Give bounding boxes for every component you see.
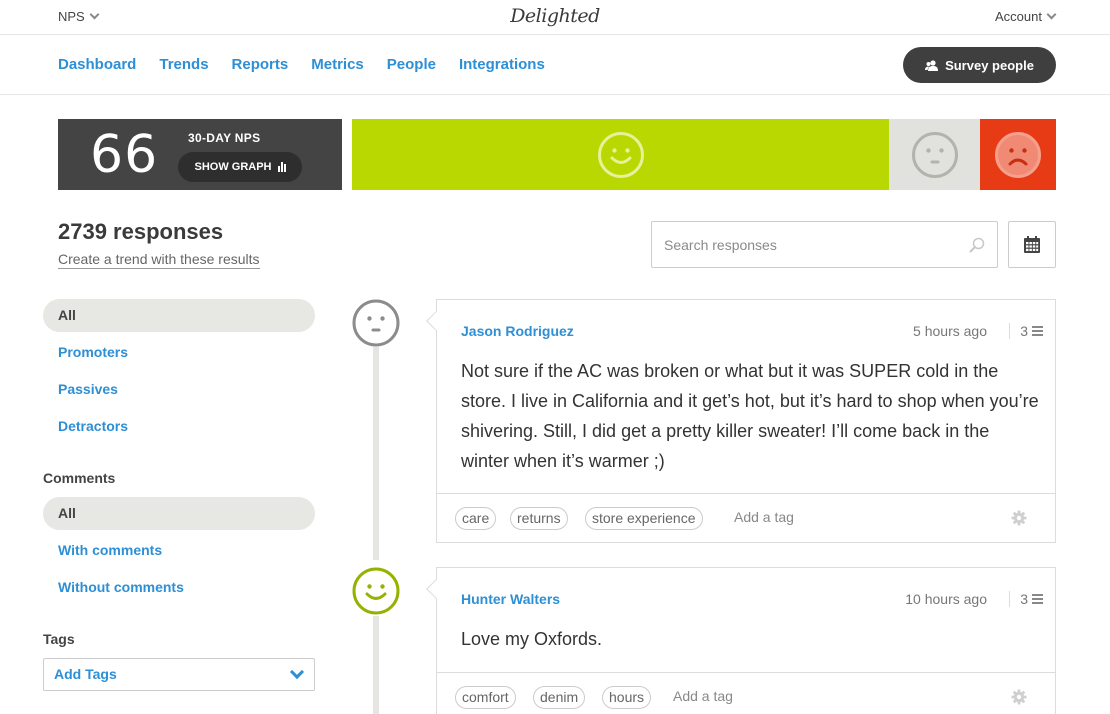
show-graph-button[interactable]: SHOW GRAPH [178,152,302,182]
create-trend-link[interactable]: Create a trend with these results [58,251,260,269]
tag[interactable]: returns [510,507,568,530]
tags-heading: Tags [43,631,75,647]
nav-integrations[interactable]: Integrations [459,56,545,73]
response-score[interactable]: 3 [1009,323,1043,339]
card-pointer [426,579,446,599]
tag[interactable]: hours [602,686,652,709]
passives-segment[interactable] [889,119,980,190]
list-icon [1032,326,1043,336]
date-filter-button[interactable] [1008,221,1056,268]
response-time: 10 hours ago [905,591,987,607]
people-icon [925,59,939,71]
filter-passives[interactable]: Passives [43,373,315,406]
nps-score-value: 66 [90,125,159,185]
gear-icon[interactable] [1011,689,1027,705]
neutral-face-icon [911,131,958,178]
sad-face-icon [995,131,1041,178]
detractors-segment[interactable] [980,119,1056,190]
respondent-name[interactable]: Jason Rodriguez [461,323,574,339]
timeline-line [373,616,379,714]
tag[interactable]: denim [533,686,586,709]
gear-icon[interactable] [1011,510,1027,526]
response-comment: Not sure if the AC was broken or what bu… [461,361,1039,471]
nav-metrics[interactable]: Metrics [311,56,364,73]
nav-trends[interactable]: Trends [159,56,208,73]
tag[interactable]: comfort [455,686,516,709]
response-score-value: 3 [1020,323,1028,339]
bar-chart-icon [277,162,286,172]
response-comment: Love my Oxfords. [461,629,603,649]
chevron-down-icon [289,664,305,680]
comments-heading: Comments [43,470,116,486]
account-menu[interactable]: Account [995,9,1057,24]
account-label: Account [995,9,1042,24]
show-graph-label: SHOW GRAPH [194,161,272,173]
survey-people-button[interactable]: Survey people [903,47,1056,83]
add-tag-input[interactable]: Add a tag [734,509,794,525]
survey-people-label: Survey people [945,57,1034,73]
nav-reports[interactable]: Reports [232,56,289,73]
filter-promoters[interactable]: Promoters [43,336,315,369]
list-icon [1032,594,1043,604]
tags-bar: care returns store experience Add a tag [437,493,1055,542]
calendar-icon [1024,236,1040,253]
response-card: Jason Rodriguez 5 hours ago 3 Not sure i… [426,299,1056,543]
filter-detractors[interactable]: Detractors [43,410,315,443]
tag[interactable]: store experience [585,507,703,530]
search-icon[interactable] [969,237,985,253]
logo[interactable]: Delighted [0,5,1110,27]
comments-filter-with[interactable]: With comments [43,534,315,567]
responses-count: 2739 responses [58,219,224,244]
tags-bar: comfort denim hours Add a tag [437,672,1055,714]
response-card: Hunter Walters 10 hours ago 3 Love my Ox… [426,567,1056,714]
tags-select[interactable]: Add Tags [43,658,315,691]
neutral-face-icon [352,299,400,347]
main-nav: Dashboard Trends Reports Metrics People … [58,56,545,73]
tag[interactable]: care [455,507,497,530]
response-score-value: 3 [1020,591,1028,607]
chevron-down-icon [1046,9,1057,20]
respondent-name[interactable]: Hunter Walters [461,591,560,607]
response-time: 5 hours ago [913,323,987,339]
nps-score-panel: 66 30-DAY NPS SHOW GRAPH [58,119,342,190]
comments-filter-all[interactable]: All [43,497,315,530]
card-pointer [426,311,446,331]
comments-filter-without[interactable]: Without comments [43,571,315,604]
add-tag-input[interactable]: Add a tag [673,688,733,704]
main-nav-bar: Dashboard Trends Reports Metrics People … [0,35,1110,95]
search-box [651,221,998,268]
tags-select-label: Add Tags [54,666,117,682]
happy-face-icon [352,567,400,615]
nav-people[interactable]: People [387,56,436,73]
search-input[interactable] [652,222,952,267]
nps-label: 30-DAY NPS [188,131,261,145]
happy-face-icon [597,131,644,178]
top-bar: NPS Delighted Account [0,0,1110,35]
timeline-line [373,347,379,560]
response-score[interactable]: 3 [1009,591,1043,607]
nav-dashboard[interactable]: Dashboard [58,56,136,73]
promoters-segment[interactable] [352,119,889,190]
filter-all[interactable]: All [43,299,315,332]
